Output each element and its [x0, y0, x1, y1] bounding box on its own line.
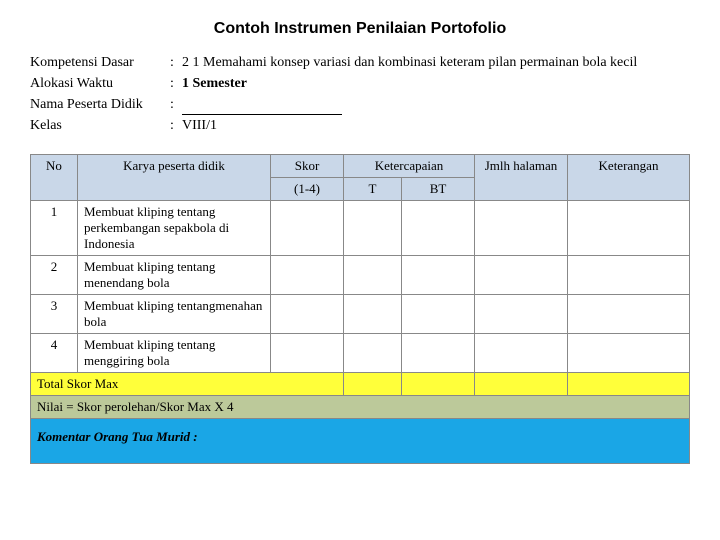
cell-blank	[568, 373, 690, 396]
cell-karya: Membuat kliping tentang menggiring bola	[78, 334, 271, 373]
cell-bt	[402, 295, 475, 334]
cell-blank	[402, 373, 475, 396]
cell-karya: Membuat kliping tentang perkembangan sep…	[78, 201, 271, 256]
meta-alokasi: Alokasi Waktu : 1 Semester	[30, 73, 690, 94]
meta-value: 2 1 Memahami konsep variasi dan kombinas…	[182, 52, 690, 73]
meta-colon: :	[170, 52, 182, 73]
meta-kompetensi: Kompetensi Dasar : 2 1 Memahami konsep v…	[30, 52, 690, 73]
page-title: Contoh Instrumen Penilaian Portofolio	[30, 20, 690, 38]
row-total: Total Skor Max	[31, 373, 690, 396]
cell-skor	[271, 295, 344, 334]
blank-line	[182, 100, 342, 115]
meta-label: Kompetensi Dasar	[30, 52, 170, 73]
meta-label: Kelas	[30, 115, 170, 136]
cell-bt	[402, 256, 475, 295]
header-row-1: No Karya peserta didik Skor Ketercapaian…	[31, 155, 690, 178]
cell-ket	[568, 334, 690, 373]
cell-skor	[271, 201, 344, 256]
meta-label: Nama Peserta Didik	[30, 94, 170, 115]
cell-ket	[568, 256, 690, 295]
cell-ket	[568, 295, 690, 334]
meta-value: 1 Semester	[182, 73, 690, 94]
table-row: 2 Membuat kliping tentang menendang bola	[31, 256, 690, 295]
meta-value	[182, 94, 690, 115]
meta-value: VIII/1	[182, 115, 690, 136]
total-label: Total Skor Max	[31, 373, 344, 396]
cell-t	[344, 256, 402, 295]
meta-block: Kompetensi Dasar : 2 1 Memahami konsep v…	[30, 52, 690, 136]
cell-bt	[402, 201, 475, 256]
cell-karya: Membuat kliping tentangmenahan bola	[78, 295, 271, 334]
meta-kelas: Kelas : VIII/1	[30, 115, 690, 136]
cell-no: 2	[31, 256, 78, 295]
cell-t	[344, 295, 402, 334]
cell-t	[344, 334, 402, 373]
assessment-table: No Karya peserta didik Skor Ketercapaian…	[30, 154, 690, 464]
cell-no: 1	[31, 201, 78, 256]
cell-jmlh	[475, 334, 568, 373]
cell-t	[344, 201, 402, 256]
komentar-label: Komentar Orang Tua Murid :	[31, 419, 690, 464]
meta-label: Alokasi Waktu	[30, 73, 170, 94]
meta-nama: Nama Peserta Didik :	[30, 94, 690, 115]
table-row: 1 Membuat kliping tentang perkembangan s…	[31, 201, 690, 256]
th-ketercapaian: Ketercapaian	[344, 155, 475, 178]
th-jmlh: Jmlh halaman	[475, 155, 568, 201]
table-row: 3 Membuat kliping tentangmenahan bola	[31, 295, 690, 334]
cell-ket	[568, 201, 690, 256]
nilai-label: Nilai = Skor perolehan/Skor Max X 4	[31, 396, 690, 419]
row-nilai: Nilai = Skor perolehan/Skor Max X 4	[31, 396, 690, 419]
cell-bt	[402, 334, 475, 373]
th-skor: Skor	[271, 155, 344, 178]
th-karya: Karya peserta didik	[78, 155, 271, 201]
th-keterangan: Keterangan	[568, 155, 690, 201]
cell-jmlh	[475, 295, 568, 334]
cell-jmlh	[475, 201, 568, 256]
th-no: No	[31, 155, 78, 201]
row-komentar: Komentar Orang Tua Murid :	[31, 419, 690, 464]
table-row: 4 Membuat kliping tentang menggiring bol…	[31, 334, 690, 373]
cell-karya: Membuat kliping tentang menendang bola	[78, 256, 271, 295]
cell-jmlh	[475, 256, 568, 295]
cell-skor	[271, 334, 344, 373]
cell-no: 4	[31, 334, 78, 373]
th-bt: BT	[402, 178, 475, 201]
th-t: T	[344, 178, 402, 201]
meta-colon: :	[170, 94, 182, 115]
meta-colon: :	[170, 73, 182, 94]
cell-skor	[271, 256, 344, 295]
cell-blank	[344, 373, 402, 396]
cell-blank	[475, 373, 568, 396]
meta-colon: :	[170, 115, 182, 136]
cell-no: 3	[31, 295, 78, 334]
th-skor-sub: (1-4)	[271, 178, 344, 201]
alokasi-bold: 1 Semester	[182, 76, 247, 91]
